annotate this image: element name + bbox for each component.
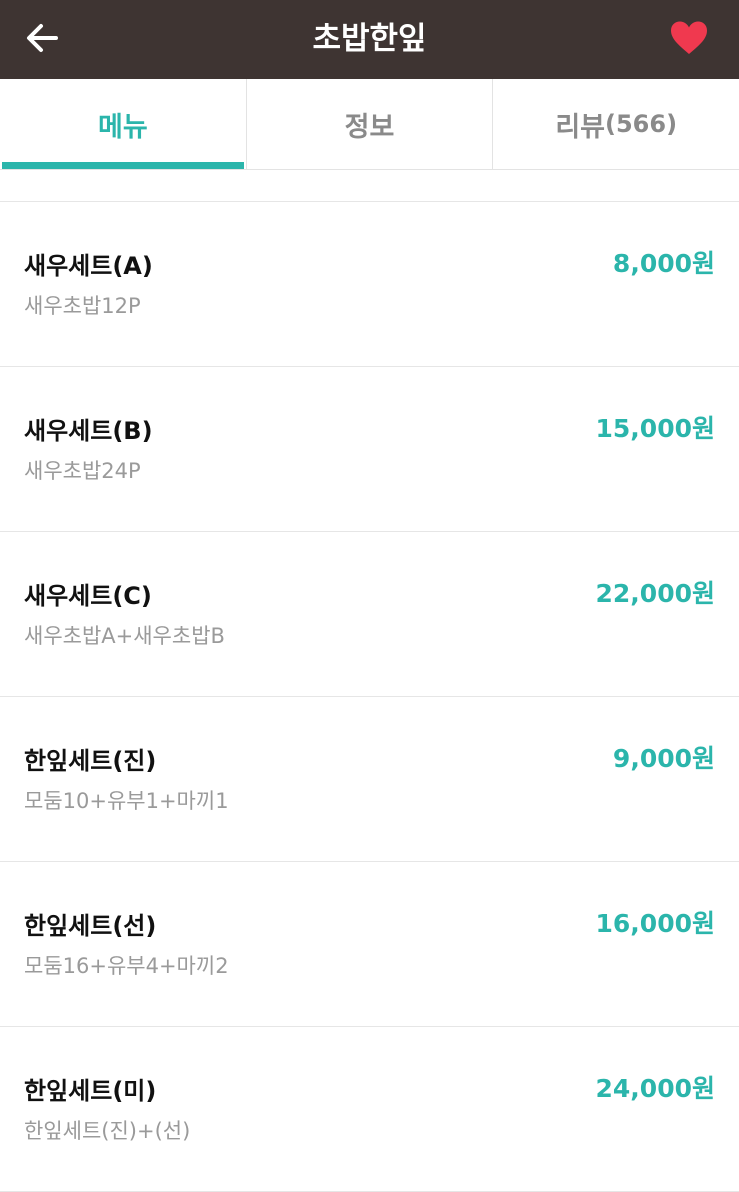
tab-info[interactable]: 정보 (247, 79, 494, 169)
menu-item-name: 한잎세트(진) (24, 747, 157, 775)
tab-menu[interactable]: 메뉴 (0, 79, 247, 169)
tab-reviews[interactable]: 리뷰(566) (493, 79, 739, 169)
menu-item-description: 새우초밥12P (24, 294, 141, 318)
menu-item[interactable]: 한잎세트(선) 모둠16+유부4+마끼2 16,000원 (0, 862, 739, 1027)
menu-item[interactable]: 새우세트(A) 새우초밥12P 8,000원 (0, 202, 739, 367)
menu-item-description: 새우초밥24P (24, 459, 141, 483)
menu-item-price: 8,000원 (612, 249, 715, 278)
menu-item-description: 모둠16+유부4+마끼2 (24, 954, 229, 978)
back-button[interactable] (18, 14, 66, 62)
menu-item-name: 새우세트(B) (24, 417, 153, 445)
list-top-spacer (0, 170, 739, 202)
menu-item[interactable]: 한잎세트(미) 한잎세트(진)+(선) 24,000원 (0, 1027, 739, 1192)
menu-item-price: 16,000원 (595, 909, 715, 938)
menu-item-price: 9,000원 (612, 744, 715, 773)
menu-item[interactable]: 새우세트(C) 새우초밥A+새우초밥B 22,000원 (0, 532, 739, 697)
menu-item-description: 새우초밥A+새우초밥B (24, 624, 225, 648)
arrow-left-icon (27, 24, 58, 52)
tab-reviews-label: 리뷰 (555, 111, 605, 143)
menu-item-price: 15,000원 (595, 414, 715, 443)
review-count: 566 (615, 110, 667, 138)
tab-bar: 메뉴 정보 리뷰(566) (0, 79, 739, 170)
menu-item-description: 모둠10+유부1+마끼1 (24, 789, 229, 813)
top-app-bar: 초밥한잎 (0, 0, 739, 79)
heart-icon (671, 21, 707, 54)
menu-item-price: 22,000원 (595, 579, 715, 608)
menu-item-description: 한잎세트(진)+(선) (24, 1119, 191, 1143)
menu-list: 새우세트(A) 새우초밥12P 8,000원 새우세트(B) 새우초밥24P 1… (0, 202, 739, 1192)
tab-menu-label: 메뉴 (97, 111, 148, 143)
menu-item-name: 한잎세트(선) (24, 912, 157, 940)
menu-item[interactable]: 새우세트(B) 새우초밥24P 15,000원 (0, 367, 739, 532)
menu-item-name: 한잎세트(미) (24, 1077, 157, 1105)
menu-item-name: 새우세트(A) (24, 252, 153, 280)
menu-item-price: 24,000원 (595, 1074, 715, 1103)
page-title: 초밥한잎 (312, 21, 427, 57)
menu-item[interactable]: 한잎세트(진) 모둠10+유부1+마끼1 9,000원 (0, 697, 739, 862)
menu-item-name: 새우세트(C) (24, 582, 152, 610)
tab-info-label: 정보 (344, 111, 395, 143)
favorite-button[interactable] (663, 14, 715, 62)
